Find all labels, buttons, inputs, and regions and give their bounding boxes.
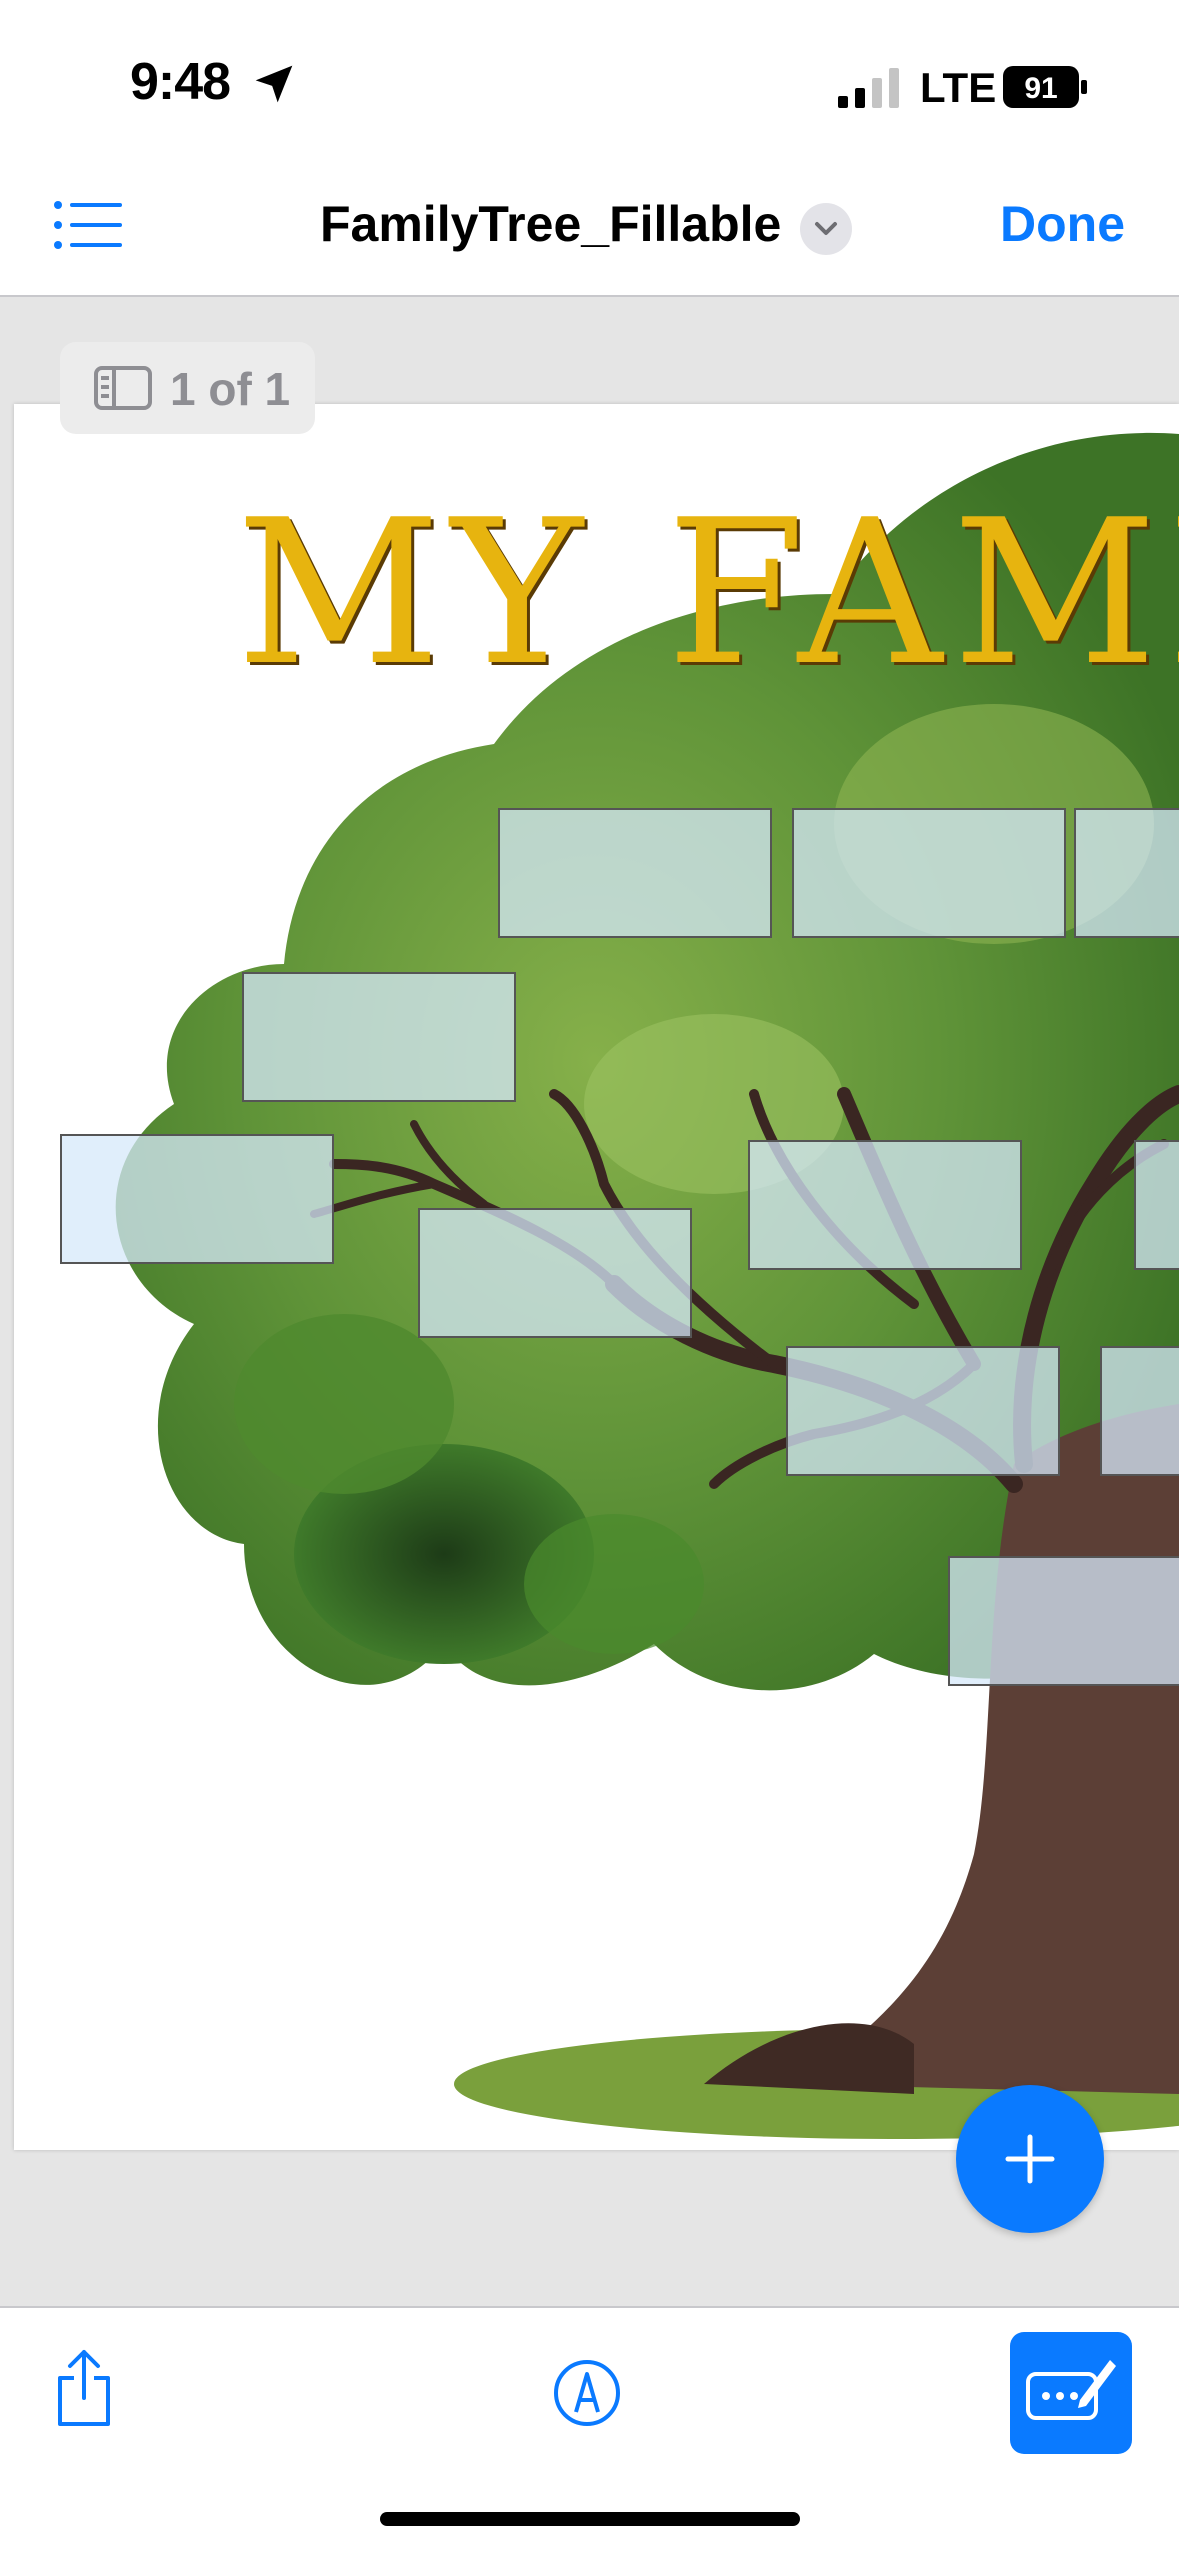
share-icon[interactable] bbox=[52, 2348, 116, 2428]
form-field[interactable] bbox=[242, 972, 516, 1102]
status-time: 9:48 bbox=[130, 53, 231, 111]
page-indicator[interactable]: 1 of 1 bbox=[60, 342, 315, 434]
plus-icon bbox=[1005, 2134, 1055, 2184]
form-field[interactable] bbox=[786, 1346, 1060, 1476]
sidebar-thumbnail-icon bbox=[94, 366, 152, 410]
home-indicator bbox=[380, 2512, 800, 2526]
navigation-bar: FamilyTree_Fillable Done bbox=[0, 165, 1179, 297]
pdf-page: MY FAMI bbox=[14, 404, 1179, 2150]
form-field[interactable] bbox=[1134, 1140, 1179, 1270]
location-arrow-icon bbox=[255, 65, 293, 103]
form-field[interactable] bbox=[498, 808, 772, 938]
form-field[interactable] bbox=[1100, 1346, 1179, 1476]
form-field[interactable] bbox=[60, 1134, 334, 1264]
family-tree-heading: MY FAMI bbox=[236, 477, 1179, 710]
form-field[interactable] bbox=[792, 808, 1066, 938]
form-field[interactable] bbox=[418, 1208, 692, 1338]
battery-icon: 91 bbox=[1003, 66, 1087, 108]
chevron-down-icon bbox=[815, 222, 837, 235]
title-menu-button[interactable] bbox=[800, 203, 852, 255]
list-icon[interactable] bbox=[52, 195, 124, 255]
cellular-signal-icon bbox=[838, 68, 899, 108]
network-type: LTE bbox=[920, 64, 997, 111]
add-button[interactable] bbox=[956, 2085, 1104, 2233]
done-button[interactable]: Done bbox=[1000, 195, 1125, 253]
keyboard-pen-icon bbox=[1026, 2360, 1116, 2420]
page-count-label: 1 of 1 bbox=[170, 363, 291, 415]
form-field[interactable] bbox=[748, 1140, 1022, 1270]
status-bar: 9:48 LTE 91 bbox=[0, 0, 1179, 165]
battery-level: 91 bbox=[1024, 72, 1057, 105]
document-title[interactable]: FamilyTree_Fillable bbox=[320, 195, 781, 253]
form-field[interactable] bbox=[948, 1556, 1179, 1686]
pen-circle-icon[interactable] bbox=[552, 2358, 622, 2428]
form-fill-button[interactable] bbox=[1010, 2332, 1132, 2454]
form-field[interactable] bbox=[1074, 808, 1179, 938]
